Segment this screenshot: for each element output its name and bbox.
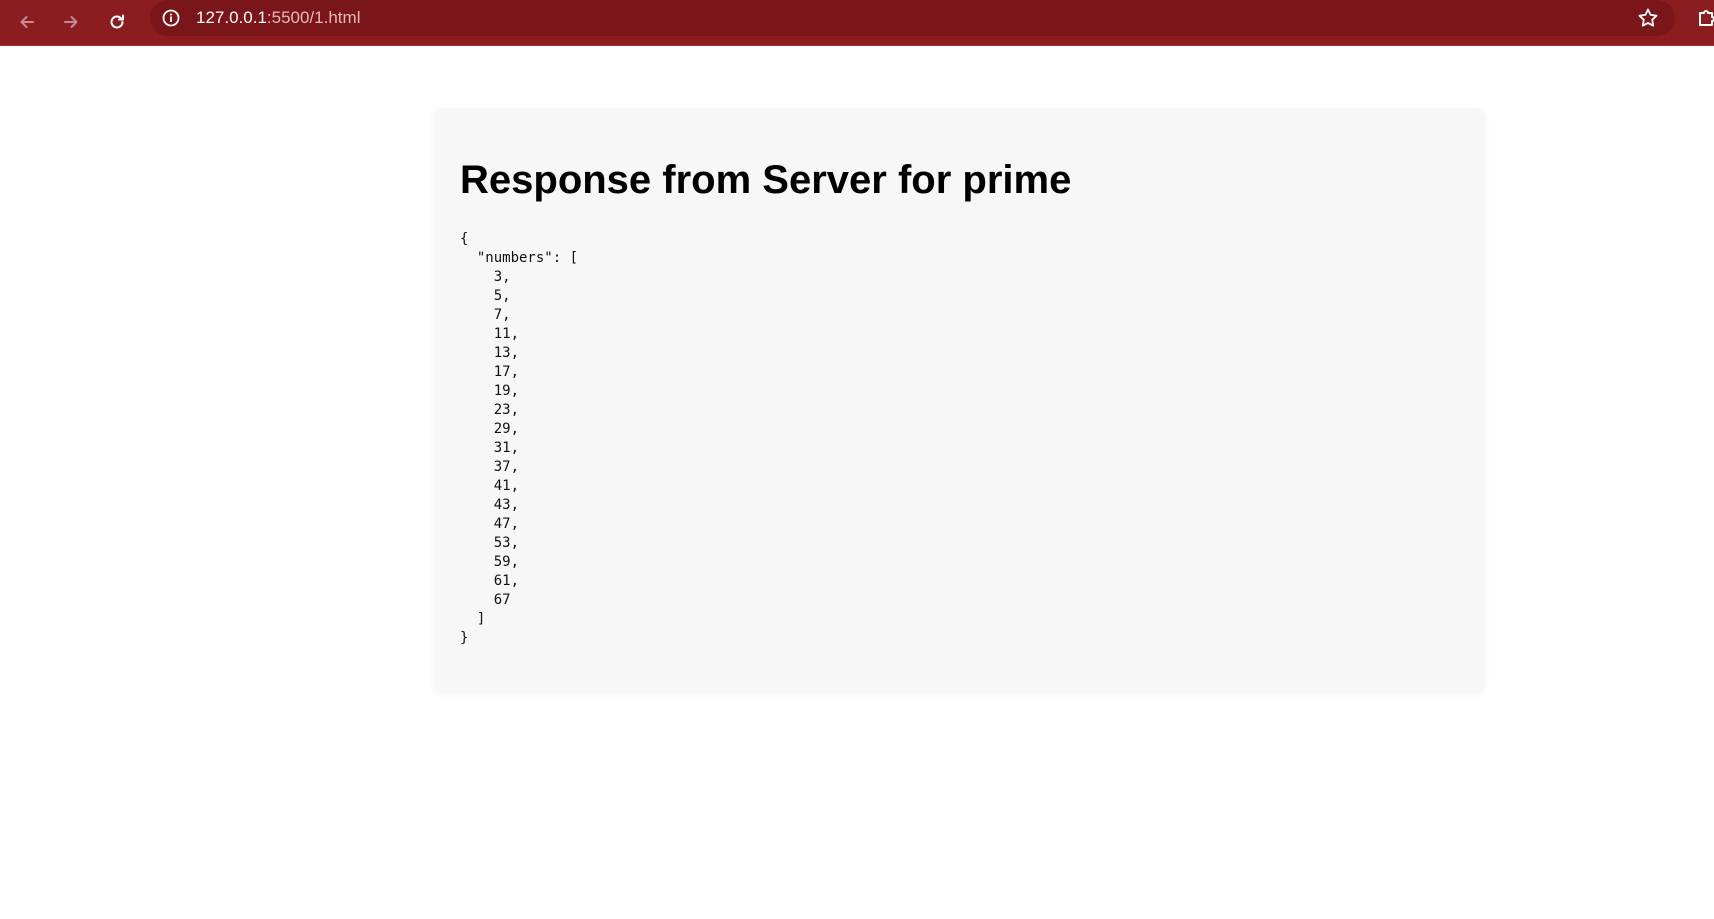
json-line: 61, bbox=[460, 573, 520, 589]
json-line: 13, bbox=[460, 345, 520, 361]
json-line: 3, bbox=[460, 269, 511, 285]
json-line: 31, bbox=[460, 440, 520, 456]
url-text[interactable]: 127.0.0.1:5500/1.html bbox=[196, 8, 360, 28]
url-host: 127.0.0.1 bbox=[196, 8, 267, 27]
json-response: { "numbers": [ 3, 5, 7, 11, 13, 17, 19, … bbox=[460, 230, 578, 648]
site-info-button[interactable] bbox=[158, 5, 184, 31]
back-button[interactable] bbox=[12, 7, 42, 37]
arrow-right-icon bbox=[64, 16, 78, 28]
json-line: 23, bbox=[460, 402, 520, 418]
json-line: 17, bbox=[460, 364, 520, 380]
bookmark-button[interactable] bbox=[1635, 5, 1661, 31]
json-line: 43, bbox=[460, 497, 520, 513]
info-icon bbox=[162, 9, 180, 27]
json-line: ] bbox=[460, 611, 486, 627]
json-line: 47, bbox=[460, 516, 520, 532]
json-line: 11, bbox=[460, 326, 520, 342]
json-line: 41, bbox=[460, 478, 520, 494]
json-line: 37, bbox=[460, 459, 520, 475]
json-line: 67 bbox=[460, 592, 511, 608]
star-icon bbox=[1638, 8, 1658, 27]
arrow-left-icon bbox=[20, 16, 34, 28]
extensions-button[interactable] bbox=[1696, 7, 1714, 35]
json-line: { bbox=[460, 231, 469, 247]
json-line: } bbox=[460, 630, 469, 646]
json-line: 7, bbox=[460, 307, 511, 323]
json-line: 29, bbox=[460, 421, 520, 437]
json-line: 53, bbox=[460, 535, 520, 551]
reload-icon bbox=[110, 14, 124, 29]
json-line: 5, bbox=[460, 288, 511, 304]
json-line: 59, bbox=[460, 554, 520, 570]
json-line: "numbers": [ bbox=[460, 250, 579, 266]
forward-button[interactable] bbox=[56, 7, 86, 37]
reload-button[interactable] bbox=[102, 7, 132, 37]
puzzle-icon bbox=[1699, 10, 1714, 26]
response-card: Response from Server for prime { "number… bbox=[434, 108, 1484, 692]
address-bar[interactable]: 127.0.0.1:5500/1.html bbox=[150, 0, 1675, 36]
json-line: 19, bbox=[460, 383, 520, 399]
url-path: :5500/1.html bbox=[266, 8, 361, 27]
page-title: Response from Server for prime bbox=[460, 158, 1072, 202]
browser-toolbar: 127.0.0.1:5500/1.html bbox=[0, 0, 1714, 46]
